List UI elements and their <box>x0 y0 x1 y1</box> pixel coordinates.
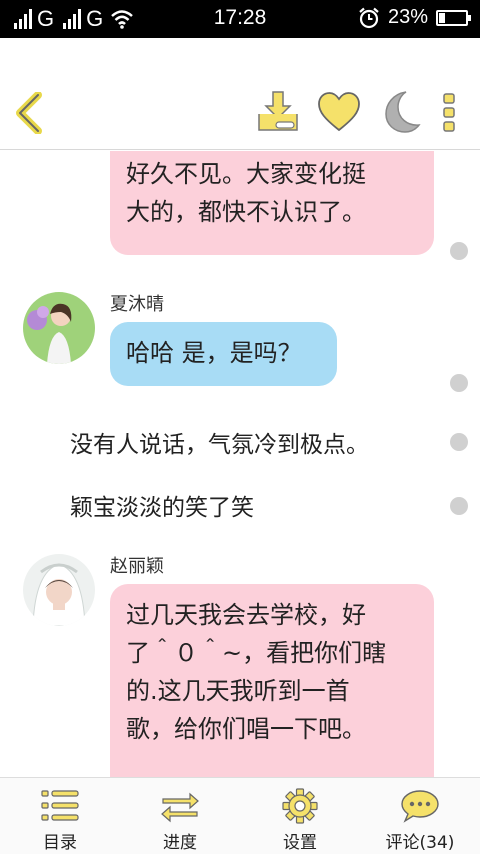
more-button[interactable] <box>438 90 462 134</box>
message-line: 的.这几天我听到一首 <box>126 677 350 705</box>
battery-icon <box>436 9 471 26</box>
message-line: 了＾０＾~，看把你们瞎 <box>126 639 387 667</box>
nav-label: 进度 <box>163 833 197 853</box>
battery-level <box>439 12 445 23</box>
comment-dot[interactable] <box>450 497 468 515</box>
nav-label: 评论(34) <box>385 833 455 853</box>
status-right: 23% <box>358 6 471 29</box>
back-arrow-icon <box>16 91 42 135</box>
back-button[interactable] <box>12 91 46 135</box>
message-line: 大的，都快不认识了。 <box>126 198 366 226</box>
nav-settings[interactable]: 设置 <box>240 778 360 854</box>
message-line: 过几天我会去学校，好 <box>126 601 366 629</box>
download-icon <box>258 91 298 131</box>
narration-text: 没有人说话，气氛冷到极点。 <box>70 432 369 458</box>
message-line: 哈哈 是，是吗？ <box>126 339 302 367</box>
message-line: 好久不见。大家变化挺 <box>126 160 366 188</box>
nav-label: 目录 <box>43 833 77 853</box>
avatar-photo <box>23 292 95 364</box>
speaker-name: 夏沐晴 <box>110 294 164 315</box>
battery-percent: 23% <box>387 6 428 28</box>
comment-dot[interactable] <box>450 433 468 451</box>
avatar[interactable] <box>23 292 95 364</box>
nav-comments[interactable]: 评论(34) <box>360 778 480 854</box>
message-bubble: 好久不见。大家变化挺 大的，都快不认识了。 <box>110 151 434 255</box>
download-button[interactable] <box>256 90 300 134</box>
avatar-photo <box>23 554 95 626</box>
avatar[interactable] <box>23 554 95 626</box>
chat-content[interactable]: 好久不见。大家变化挺 大的，都快不认识了。 夏沐晴 哈哈 是，是吗？ 没有人说话… <box>0 151 480 777</box>
comment-dot[interactable] <box>450 242 468 260</box>
night-mode-button[interactable] <box>378 90 422 134</box>
comment-dot[interactable] <box>450 374 468 392</box>
message-line: 歌，给你们唱一下吧。 <box>126 715 366 743</box>
message-bubble: 哈哈 是，是吗？ <box>110 322 337 386</box>
list-icon <box>41 790 79 821</box>
more-icon <box>443 93 455 132</box>
nav-catalog[interactable]: 目录 <box>0 778 120 854</box>
heart-icon <box>318 92 360 132</box>
narration-text: 颖宝淡淡的笑了笑 <box>70 495 254 521</box>
alarm-icon <box>359 7 379 28</box>
status-bar: G G 17:28 23% <box>0 0 480 38</box>
favorite-button[interactable] <box>317 90 361 134</box>
reader-toolbar <box>0 38 480 150</box>
bottom-nav: 目录 进度 设置 评论(34) <box>0 777 480 854</box>
moon-icon <box>385 91 421 133</box>
nav-label: 设置 <box>283 833 317 853</box>
progress-arrows-icon <box>161 792 199 823</box>
nav-progress[interactable]: 进度 <box>120 778 240 854</box>
comment-icon <box>401 790 439 823</box>
speaker-name: 赵丽颖 <box>110 556 164 577</box>
message-bubble: 过几天我会去学校，好 了＾０＾~，看把你们瞎 的.这几天我听到一首 歌，给你们唱… <box>110 584 434 777</box>
gear-icon <box>282 788 318 824</box>
